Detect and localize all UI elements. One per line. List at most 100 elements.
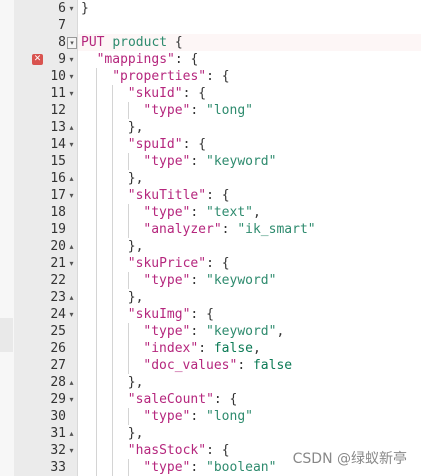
code-line: 8 ▾ PUT product { [0, 34, 421, 51]
error-icon[interactable]: ✕ [32, 54, 43, 65]
line-number: 13 [50, 120, 66, 135]
code-token: "index" [143, 341, 199, 356]
line-number: 10 [50, 69, 66, 84]
line-number: 11 [50, 86, 66, 101]
fold-collapse-icon[interactable]: ▾ [67, 136, 76, 153]
code-token: : [190, 460, 207, 475]
line-number: 20 [50, 239, 66, 254]
code-line: 6 ▾} [0, 0, 421, 17]
code-line: 13 ▴}, [0, 119, 421, 136]
code-line: 28 ▴}, [0, 374, 421, 391]
code-line: 29 ▾ "saleCount": { [0, 391, 421, 408]
line-number: 22 [50, 273, 66, 288]
fold-collapse-icon[interactable]: ▾ [67, 0, 76, 17]
code-line: 25 "type": "keyword", [0, 323, 421, 340]
fold-end-icon[interactable]: ▴ [67, 170, 76, 187]
line-number: 32 [50, 443, 66, 458]
fold-end-icon[interactable]: ▴ [67, 289, 76, 306]
line-number: 28 [50, 375, 66, 390]
code-token: "boolean" [206, 460, 277, 475]
code-token: : [190, 324, 207, 339]
code-line: 14 ▾ "spuId": { [0, 136, 421, 153]
line-number: 6 [58, 1, 66, 16]
fold-collapse-icon[interactable]: ▾ [67, 391, 76, 408]
code-text: "skuTitle": { [128, 187, 230, 204]
code-token: }, [127, 171, 144, 186]
indent-guide [128, 102, 129, 119]
code-token: "ik_smart" [237, 222, 316, 237]
code-token: : [237, 358, 253, 373]
code-line: 18 "type": "text", [0, 204, 421, 221]
code-text: "skuId": { [128, 85, 206, 102]
fold-collapse-icon[interactable]: ▾ [67, 187, 76, 204]
fold-collapse-icon[interactable]: ▾ [67, 51, 76, 68]
code-line: 19 "analyzer": "ik_smart" [0, 221, 421, 238]
fold-collapse-icon[interactable]: ▾ [67, 68, 76, 85]
indent-guide [128, 204, 129, 238]
line-number: 9 [58, 52, 66, 67]
code-line: 11 ▾ "skuId": { [0, 85, 421, 102]
line-number: 30 [50, 409, 66, 424]
line-number: 26 [50, 341, 66, 356]
code-token: "spuId" [127, 137, 183, 152]
line-number: 12 [50, 103, 66, 118]
code-token: "long" [206, 103, 253, 118]
code-token: "doc_values" [143, 358, 238, 373]
code-token: "type" [143, 273, 191, 288]
code-token: : { [174, 52, 199, 67]
code-token: : { [190, 307, 214, 322]
code-token: "mappings" [96, 52, 175, 67]
code-token: "skuId" [127, 86, 183, 101]
code-line: 27 "doc_values": false [0, 357, 421, 374]
fold-collapse-icon[interactable]: ▾ [67, 442, 76, 459]
line-number: 31 [50, 426, 66, 441]
code-token: "type" [143, 409, 191, 424]
code-token: : { [182, 137, 207, 152]
indent-guide [128, 323, 129, 374]
code-token: : { [206, 256, 230, 271]
code-text: } [81, 0, 89, 17]
code-line: 23 ▴}, [0, 289, 421, 306]
fold-end-icon[interactable]: ▴ [67, 238, 76, 255]
code-line: 17 ▾ "skuTitle": { [0, 187, 421, 204]
code-text: "index": false, [143, 340, 260, 357]
fold-collapse-icon[interactable]: ▾ [67, 37, 77, 49]
code-line: 24 ▾ "skuImg": { [0, 306, 421, 323]
code-token: , [252, 205, 261, 220]
code-token: false [252, 358, 293, 373]
code-token: "analyzer" [143, 222, 222, 237]
line-number: 21 [50, 256, 66, 271]
code-text: PUT product { [81, 34, 183, 51]
code-line: ✕ 9 ▾ "mappings": { [0, 51, 421, 68]
line-number: 24 [50, 307, 66, 322]
fold-collapse-icon[interactable]: ▾ [67, 85, 76, 102]
code-line: 7 [0, 17, 421, 34]
indent-guide [128, 408, 129, 425]
line-number: 27 [50, 358, 66, 373]
code-text: "type": "text", [143, 204, 260, 221]
code-line: 21 ▾ "skuPrice": { [0, 255, 421, 272]
code-text: "saleCount": { [128, 391, 238, 408]
line-number: 17 [50, 188, 66, 203]
code-token: }, [127, 239, 144, 254]
fold-end-icon[interactable]: ▴ [67, 425, 76, 442]
code-token: , [276, 324, 285, 339]
code-token: : [190, 154, 207, 169]
fold-end-icon[interactable]: ▴ [67, 119, 76, 136]
code-token: "keyword" [206, 273, 277, 288]
code-token: : [190, 103, 207, 118]
code-token: "text" [206, 205, 253, 220]
indent-guide [128, 272, 129, 289]
code-token: : [190, 409, 207, 424]
code-token: : [190, 205, 207, 220]
code-token: "type" [143, 154, 191, 169]
line-number: 7 [58, 18, 66, 33]
code-token: : { [206, 188, 230, 203]
code-text: }, [128, 374, 144, 391]
fold-collapse-icon[interactable]: ▾ [67, 255, 76, 272]
code-text: "hasStock": { [128, 442, 230, 459]
fold-end-icon[interactable]: ▴ [67, 374, 76, 391]
fold-collapse-icon[interactable]: ▾ [67, 306, 76, 323]
code-text: "doc_values": false [143, 357, 292, 374]
line-number: 16 [50, 171, 66, 186]
